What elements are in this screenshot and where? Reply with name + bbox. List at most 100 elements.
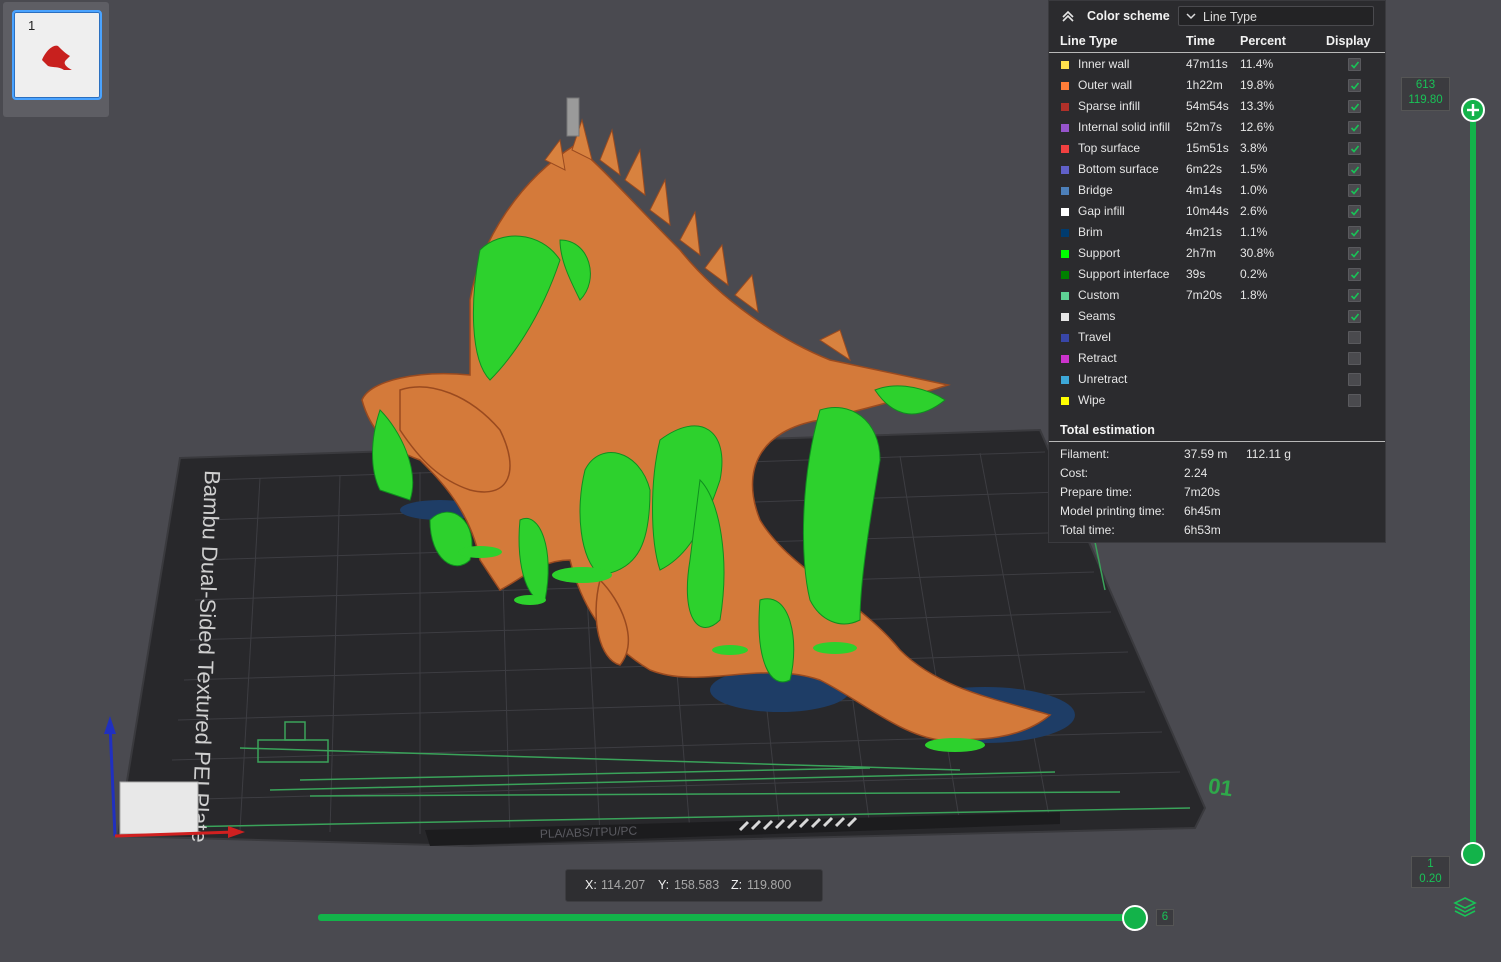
layer-top-number: 613 xyxy=(1415,79,1436,91)
line-type-name: Bottom surface xyxy=(1078,162,1159,176)
line-type-name: Unretract xyxy=(1078,372,1128,386)
color-swatch xyxy=(1061,334,1069,342)
line-type-time: 39s xyxy=(1186,267,1206,281)
total-value-secondary: 112.11 g xyxy=(1246,447,1291,461)
display-checkbox[interactable] xyxy=(1348,310,1361,323)
layer-bottom-number: 1 xyxy=(1427,858,1434,870)
check-icon xyxy=(1350,250,1360,258)
color-swatch xyxy=(1061,166,1069,174)
color-swatch xyxy=(1061,103,1069,111)
total-row: Cost: 2.24 xyxy=(1049,464,1385,483)
layer-slider-track[interactable] xyxy=(1470,110,1476,854)
legend-row: Support 2h7m 30.8% xyxy=(1049,243,1385,264)
display-checkbox[interactable] xyxy=(1348,205,1361,218)
check-icon xyxy=(1350,124,1360,132)
display-checkbox[interactable] xyxy=(1348,163,1361,176)
display-checkbox[interactable] xyxy=(1348,394,1361,407)
total-key: Model printing time: xyxy=(1060,504,1165,518)
color-scheme-dropdown[interactable]: Line Type xyxy=(1178,6,1374,26)
line-type-percent: 2.6% xyxy=(1240,204,1268,218)
display-checkbox[interactable] xyxy=(1348,121,1361,134)
line-type-time: 47m11s xyxy=(1186,57,1228,71)
line-type-time: 54m54s xyxy=(1186,99,1229,113)
coord-z-value: 119.800 xyxy=(747,878,792,892)
color-swatch xyxy=(1061,376,1069,384)
line-type-name: Custom xyxy=(1078,288,1120,302)
display-checkbox[interactable] xyxy=(1348,373,1361,386)
legend-row: Seams xyxy=(1049,306,1385,327)
coordinates-readout: X: 114.207 Y: 158.583 Z: 119.800 xyxy=(565,869,823,902)
line-type-percent: 1.0% xyxy=(1240,183,1268,197)
color-swatch xyxy=(1061,355,1069,363)
move-slider-track[interactable] xyxy=(318,914,1136,921)
layer-top-label: 613 119.80 xyxy=(1401,77,1450,111)
line-type-time: 1h22m xyxy=(1186,78,1223,92)
total-key: Total time: xyxy=(1060,523,1115,537)
display-checkbox[interactable] xyxy=(1348,331,1361,344)
line-type-percent: 1.5% xyxy=(1240,162,1268,176)
total-value: 37.59 m xyxy=(1184,447,1228,461)
total-value: 7m20s xyxy=(1184,485,1221,499)
line-type-percent: 13.3% xyxy=(1240,99,1275,113)
display-checkbox[interactable] xyxy=(1348,100,1361,113)
legend-header: Color scheme Line Type xyxy=(1049,1,1385,31)
plate-thumbnail[interactable]: 1 xyxy=(12,10,102,100)
total-row: Filament: 37.59 m 112.11 g xyxy=(1049,445,1385,464)
coord-z-label: Z: xyxy=(731,878,743,892)
display-checkbox[interactable] xyxy=(1348,79,1361,92)
display-checkbox[interactable] xyxy=(1348,289,1361,302)
display-checkbox[interactable] xyxy=(1348,247,1361,260)
display-checkbox[interactable] xyxy=(1348,268,1361,281)
display-checkbox[interactable] xyxy=(1348,142,1361,155)
legend-row: Internal solid infill 52m7s 12.6% xyxy=(1049,117,1385,138)
legend-panel: Color scheme Line Type Line Type Time Pe… xyxy=(1048,0,1386,543)
line-type-name: Travel xyxy=(1078,330,1111,344)
legend-row: Retract xyxy=(1049,348,1385,369)
check-icon xyxy=(1350,145,1360,153)
axis-z xyxy=(108,724,117,837)
total-key: Prepare time: xyxy=(1060,485,1133,499)
display-checkbox[interactable] xyxy=(1348,184,1361,197)
line-type-name: Brim xyxy=(1078,225,1103,239)
layer-bottom-label: 1 0.20 xyxy=(1411,856,1450,888)
layer-top-handle[interactable] xyxy=(1461,98,1485,122)
total-divider xyxy=(1049,441,1385,442)
line-type-name: Bridge xyxy=(1078,183,1113,197)
display-checkbox[interactable] xyxy=(1348,226,1361,239)
line-type-percent: 12.6% xyxy=(1240,120,1275,134)
legend-row: Custom 7m20s 1.8% xyxy=(1049,285,1385,306)
header-divider xyxy=(1049,52,1385,53)
column-header-time: Time xyxy=(1186,34,1215,48)
line-type-percent: 3.8% xyxy=(1240,141,1268,155)
legend-row: Wipe xyxy=(1049,390,1385,411)
legend-row: Outer wall 1h22m 19.8% xyxy=(1049,75,1385,96)
check-icon xyxy=(1350,187,1360,195)
line-type-time: 2h7m xyxy=(1186,246,1217,260)
line-type-time: 6m22s xyxy=(1186,162,1223,176)
line-type-name: Seams xyxy=(1078,309,1116,323)
display-checkbox[interactable] xyxy=(1348,58,1361,71)
total-value: 2.24 xyxy=(1184,466,1208,480)
layers-icon[interactable] xyxy=(1453,896,1477,918)
collapse-up-icon[interactable] xyxy=(1061,9,1075,23)
axis-z-arrow xyxy=(104,716,116,734)
legend-row: Bottom surface 6m22s 1.5% xyxy=(1049,159,1385,180)
legend-row: Bridge 4m14s 1.0% xyxy=(1049,180,1385,201)
color-swatch xyxy=(1061,229,1069,237)
plate-number-label: 1 xyxy=(28,18,36,33)
move-slider-value: 6 xyxy=(1156,909,1174,926)
layer-bottom-handle[interactable] xyxy=(1461,842,1485,866)
color-swatch xyxy=(1061,397,1069,405)
total-row: Prepare time: 7m20s xyxy=(1049,483,1385,502)
line-type-time: 4m21s xyxy=(1186,225,1223,239)
check-icon xyxy=(1350,229,1360,237)
plate-number: 01 xyxy=(1207,773,1235,801)
display-checkbox[interactable] xyxy=(1348,352,1361,365)
check-icon xyxy=(1350,271,1360,279)
color-swatch xyxy=(1061,61,1069,69)
line-type-time: 10m44s xyxy=(1186,204,1229,218)
total-row: Model printing time: 6h45m xyxy=(1049,502,1385,521)
line-type-name: Support xyxy=(1078,246,1121,260)
column-header-percent: Percent xyxy=(1240,34,1286,48)
move-slider-handle[interactable] xyxy=(1122,905,1148,931)
